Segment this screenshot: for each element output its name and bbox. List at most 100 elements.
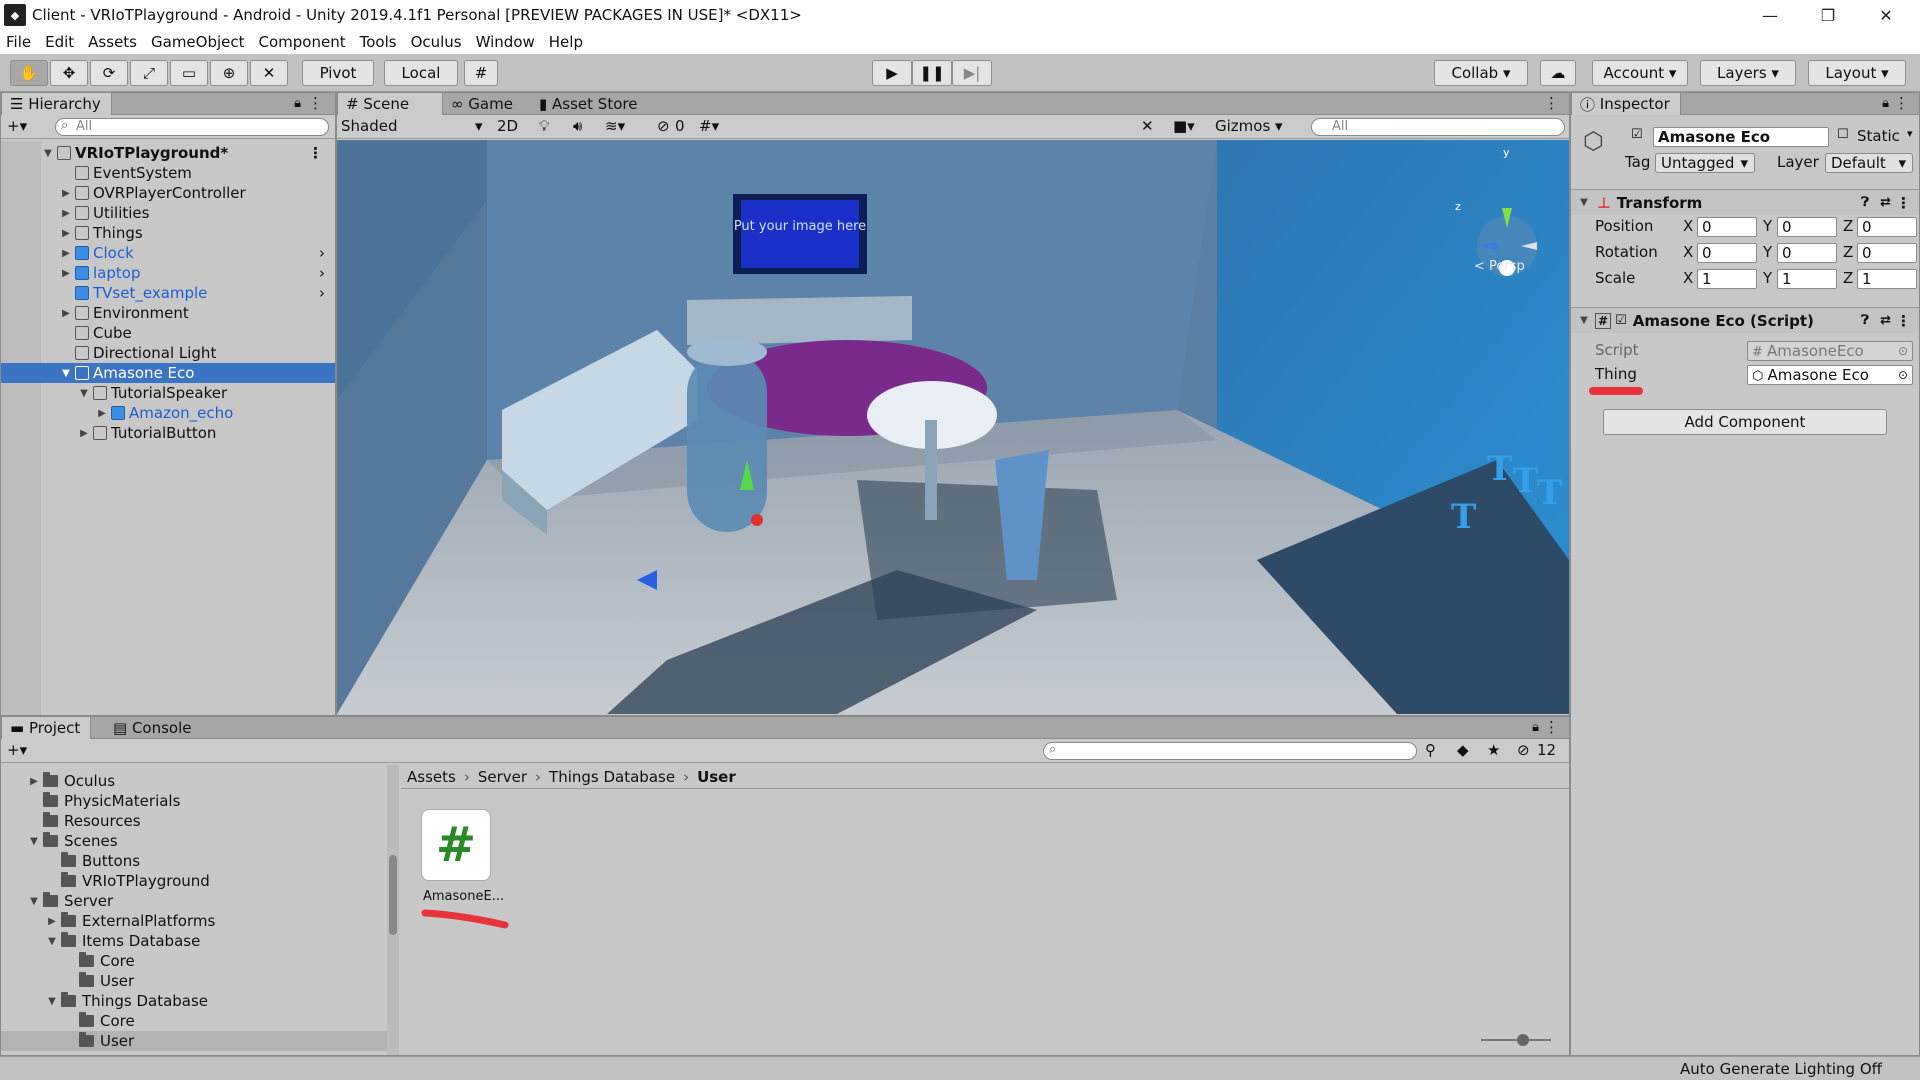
- hierarchy-item[interactable]: Directional Light: [1, 343, 335, 363]
- breadcrumb-item[interactable]: Server: [478, 768, 527, 786]
- tab-project[interactable]: ▬ Project: [1, 717, 92, 739]
- scale-tool-icon[interactable]: ⤢: [130, 60, 168, 86]
- expand-arrow-icon[interactable]: ▶: [59, 188, 73, 199]
- object-name-field[interactable]: Amasone Eco: [1653, 127, 1829, 147]
- hierarchy-item[interactable]: ▶ laptop ›: [1, 263, 335, 283]
- script-enabled-checkbox[interactable]: ☑: [1615, 313, 1627, 328]
- tab-game[interactable]: ∞ Game: [443, 93, 523, 115]
- project-folder-item[interactable]: ▼ Things Database: [1, 991, 387, 1011]
- transform-tool-icon[interactable]: ⊕: [210, 60, 248, 86]
- inspector-kebab-icon[interactable]: ⋮: [1894, 94, 1909, 112]
- tab-hierarchy[interactable]: ☰ Hierarchy: [1, 93, 112, 115]
- scale-x-field[interactable]: 1: [1697, 269, 1757, 289]
- hierarchy-item[interactable]: ▶ Clock ›: [1, 243, 335, 263]
- project-folder-item[interactable]: PhysicMaterials: [1, 791, 387, 811]
- script-help-icon[interactable]: ❓︎: [1861, 313, 1869, 328]
- create-icon[interactable]: +▾: [7, 117, 27, 135]
- project-folder-item[interactable]: Buttons: [1, 851, 387, 871]
- rotation-z-axis-label[interactable]: Z: [1843, 243, 1853, 261]
- local-toggle[interactable]: Local: [384, 60, 458, 86]
- inspector-lock-icon[interactable]: 🔒︎: [1882, 96, 1889, 111]
- shading-mode-dropdown[interactable]: Shaded ▾: [341, 117, 487, 135]
- hierarchy-item[interactable]: ▶ Things: [1, 223, 335, 243]
- project-folder-item[interactable]: ▶ Oculus: [1, 771, 387, 791]
- expand-arrow-icon[interactable]: ▶: [95, 408, 109, 419]
- hierarchy-item[interactable]: EventSystem: [1, 163, 335, 183]
- prefab-open-icon[interactable]: ›: [319, 264, 325, 282]
- pause-button[interactable]: ❚❚: [912, 60, 952, 86]
- project-folder-item[interactable]: User: [1, 1031, 387, 1051]
- expand-arrow-icon[interactable]: ▶: [77, 428, 91, 439]
- folder-expand-icon[interactable]: ▶: [27, 776, 41, 787]
- grid-snap-icon[interactable]: #: [464, 60, 498, 86]
- project-search-input[interactable]: [1043, 742, 1417, 760]
- hierarchy-item[interactable]: ▶ TutorialButton: [1, 423, 335, 443]
- close-button[interactable]: ✕: [1858, 0, 1914, 30]
- breadcrumb-item[interactable]: Assets: [407, 768, 456, 786]
- project-kebab-icon[interactable]: ⋮: [1544, 718, 1559, 736]
- persp-label[interactable]: < Persp: [1474, 259, 1525, 274]
- tree-scrollbar[interactable]: [387, 765, 399, 1055]
- tools-icon[interactable]: ✕: [1141, 117, 1154, 135]
- prefab-open-icon[interactable]: ›: [319, 244, 325, 262]
- script-presets-icon[interactable]: ⇄: [1880, 313, 1891, 328]
- scene-root[interactable]: ▼ VRIoTPlayground* ⋮: [1, 143, 335, 163]
- folder-expand-icon[interactable]: ▼: [45, 996, 59, 1007]
- tag-dropdown[interactable]: Untagged ▾: [1655, 153, 1755, 173]
- position-x-axis-label[interactable]: X: [1683, 217, 1693, 235]
- hierarchy-item[interactable]: Cube: [1, 323, 335, 343]
- project-folder-item[interactable]: VRIoTPlayground: [1, 871, 387, 891]
- expand-arrow-icon[interactable]: ▶: [59, 248, 73, 259]
- maximize-button[interactable]: ❐: [1800, 0, 1856, 30]
- csharp-script-icon[interactable]: #: [421, 809, 491, 881]
- expand-arrow-icon[interactable]: ▶: [59, 308, 73, 319]
- folder-expand-icon[interactable]: ▼: [45, 936, 59, 947]
- breadcrumb-item[interactable]: Things Database: [549, 768, 675, 786]
- expand-arrow-icon[interactable]: ▼: [59, 368, 73, 379]
- layout-dropdown[interactable]: Layout ▾: [1808, 60, 1906, 86]
- favorites-icon[interactable]: ★: [1487, 741, 1500, 759]
- thing-object-field[interactable]: ⬡ Amasone Eco ⊙: [1747, 365, 1913, 385]
- lock-icon[interactable]: 🔒︎: [294, 96, 301, 111]
- presets-icon[interactable]: ⇄: [1880, 195, 1891, 210]
- rotation-z-field[interactable]: 0: [1857, 243, 1917, 263]
- project-folder-item[interactable]: Resources: [1, 811, 387, 831]
- icon-size-slider[interactable]: [1481, 1034, 1551, 1046]
- static-checkbox[interactable]: ☐: [1837, 127, 1849, 142]
- hierarchy-item[interactable]: ▼ TutorialSpeaker: [1, 383, 335, 403]
- project-create-icon[interactable]: +▾: [7, 741, 27, 759]
- breadcrumb-item[interactable]: User: [697, 768, 736, 786]
- component-menu-icon[interactable]: ⋮: [1896, 194, 1911, 212]
- active-checkbox[interactable]: ☑: [1631, 127, 1643, 142]
- scene-kebab-icon[interactable]: ⋮: [1544, 94, 1559, 112]
- scale-z-field[interactable]: 1: [1857, 269, 1917, 289]
- tab-inspector[interactable]: ⓘ Inspector: [1571, 93, 1681, 115]
- tab-console[interactable]: ▤ Console: [105, 717, 202, 739]
- cloud-icon[interactable]: ☁: [1540, 60, 1576, 86]
- scene-viewport[interactable]: Put your image here T T T T y z < Persp: [337, 140, 1569, 714]
- project-lock-icon[interactable]: 🔒︎: [1532, 720, 1539, 735]
- menu-help[interactable]: Help: [549, 33, 583, 51]
- help-icon[interactable]: ❓︎: [1861, 195, 1869, 210]
- tab-asset-store[interactable]: ▮ Asset Store: [531, 93, 647, 115]
- hierarchy-search-input[interactable]: All: [55, 118, 329, 136]
- gizmos-dropdown[interactable]: Gizmos ▾: [1215, 117, 1283, 135]
- lighting-icon[interactable]: 💡︎: [539, 117, 550, 135]
- project-folder-item[interactable]: ▼ Scenes: [1, 831, 387, 851]
- scale-x-axis-label[interactable]: X: [1683, 269, 1693, 287]
- project-folder-item[interactable]: User: [1, 971, 387, 991]
- add-component-button[interactable]: Add Component: [1603, 409, 1887, 435]
- layer-dropdown[interactable]: Default ▾: [1825, 153, 1913, 173]
- hierarchy-item[interactable]: ▶ OVRPlayerController: [1, 183, 335, 203]
- position-z-field[interactable]: 0: [1857, 217, 1917, 237]
- rect-tool-icon[interactable]: ▭: [170, 60, 208, 86]
- pivot-toggle[interactable]: Pivot: [302, 60, 374, 86]
- prefab-open-icon[interactable]: ›: [319, 284, 325, 302]
- scene-menu-icon[interactable]: ⋮: [308, 144, 323, 162]
- project-folder-item[interactable]: ▼ Items Database: [1, 931, 387, 951]
- rotation-y-axis-label[interactable]: Y: [1763, 243, 1772, 261]
- minimize-button[interactable]: —: [1742, 0, 1798, 30]
- play-button[interactable]: ▶: [872, 60, 912, 86]
- menu-tools[interactable]: Tools: [360, 33, 397, 51]
- hand-tool-icon[interactable]: ✋: [10, 60, 48, 86]
